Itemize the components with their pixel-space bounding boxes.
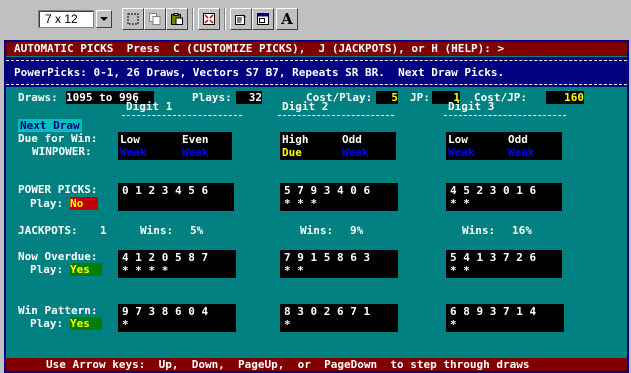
due-a: High	[282, 133, 309, 146]
winpower-a: Due	[282, 146, 302, 159]
plays-value: 32	[236, 91, 262, 104]
power-picks-value: 4 5 2 3 0 1 6	[450, 184, 537, 197]
win-pattern-label: Win Pattern:	[18, 304, 98, 317]
copy-icon[interactable]	[144, 8, 166, 30]
now-overdue-marks: * *	[284, 264, 304, 277]
jp-label: JP:	[410, 91, 430, 104]
now-overdue-value: 7 9 1 5 8 6 3	[284, 251, 371, 264]
win-pattern-value: 9 7 3 8 6 0 4	[122, 305, 209, 318]
divider	[122, 115, 242, 116]
due-b: Odd	[342, 133, 362, 146]
divider	[278, 115, 394, 116]
summary-line: PowerPicks: 0-1, 26 Draws, Vectors S7 B7…	[14, 66, 505, 79]
properties-icon[interactable]	[230, 8, 252, 30]
divider	[6, 60, 627, 61]
toolbar-separator	[192, 8, 194, 30]
wins-value: 5%	[190, 224, 204, 237]
now-overdue-play-label: Play:	[30, 263, 64, 276]
power-picks-label: POWER PICKS:	[18, 183, 98, 196]
font-icon[interactable]: A	[276, 8, 298, 30]
header-prompt: AUTOMATIC PICKS Press C (CUSTOMIZE PICKS…	[14, 42, 505, 55]
win-pattern-marks: *	[122, 318, 129, 331]
wins-value: 9%	[350, 224, 364, 237]
jackpots-count: 1	[100, 224, 107, 237]
power-picks-play-toggle[interactable]: No	[70, 197, 98, 210]
now-overdue-play-toggle[interactable]: Yes	[70, 263, 102, 276]
win-pattern-marks: *	[450, 318, 457, 331]
due-a: Low	[448, 133, 468, 146]
win-pattern-value: 6 8 9 3 7 1 4	[450, 305, 537, 318]
wins-label: Wins:	[462, 224, 496, 237]
plays-label: Plays:	[192, 91, 232, 104]
jackpots-label: JACKPOTS:	[18, 224, 78, 237]
column-header-digit-2: Digit 2	[282, 100, 329, 113]
winpower-a: Weak	[120, 146, 147, 159]
draws-label: Draws:	[18, 91, 58, 104]
now-overdue-label: Now Overdue:	[18, 250, 98, 263]
wins-value: 16%	[512, 224, 532, 237]
due-label: Due for Win:	[18, 132, 98, 145]
win-pattern-value: 8 3 0 2 6 7 1	[284, 305, 371, 318]
due-a: Low	[120, 133, 140, 146]
terminal-window[interactable]: AUTOMATIC PICKS Press C (CUSTOMIZE PICKS…	[4, 40, 629, 373]
win-pattern-play-toggle[interactable]: Yes	[70, 317, 102, 330]
due-b: Even	[182, 133, 209, 146]
win-pattern-marks: *	[284, 318, 291, 331]
toolbar: 7 x 12 A	[0, 0, 631, 40]
winpower-a: Weak	[448, 146, 475, 159]
cost-play-value: 5	[376, 91, 398, 104]
power-picks-marks: * * *	[284, 197, 318, 210]
power-picks-value: 0 1 2 3 4 5 6	[122, 184, 209, 197]
fullscreen-icon[interactable]	[198, 8, 220, 30]
winpower-b: Weak	[182, 146, 209, 159]
due-b: Odd	[508, 133, 528, 146]
toolbar-separator	[224, 8, 226, 30]
winpower-b: Weak	[342, 146, 369, 159]
wins-label: Wins:	[140, 224, 174, 237]
chevron-down-icon[interactable]	[96, 10, 112, 28]
paste-icon[interactable]	[166, 8, 188, 30]
divider	[6, 84, 627, 85]
divider	[444, 115, 566, 116]
power-picks-play-label: Play:	[30, 197, 64, 210]
column-header-digit-3: Digit 3	[448, 100, 495, 113]
now-overdue-marks: * * * *	[122, 264, 169, 277]
cost-jp-value: 160	[546, 91, 584, 104]
background-icon[interactable]	[252, 8, 274, 30]
next-draw-button[interactable]: Next Draw	[18, 119, 82, 132]
power-picks-marks: * *	[450, 197, 470, 210]
winpower-b: Weak	[508, 146, 535, 159]
now-overdue-marks: * *	[450, 264, 470, 277]
column-header-digit-1: Digit 1	[126, 100, 173, 113]
win-pattern-play-label: Play:	[30, 317, 64, 330]
now-overdue-value: 4 1 2 0 5 8 7	[122, 251, 209, 264]
footer-hint: Use Arrow keys: Up, Down, PageUp, or Pag…	[46, 358, 530, 371]
select-icon[interactable]	[122, 8, 144, 30]
winpower-label: WINPOWER:	[32, 145, 92, 158]
wins-label: Wins:	[300, 224, 334, 237]
now-overdue-value: 5 4 1 3 7 2 6	[450, 251, 537, 264]
power-picks-value: 5 7 9 3 4 0 6	[284, 184, 371, 197]
font-size-select[interactable]: 7 x 12	[38, 10, 94, 28]
